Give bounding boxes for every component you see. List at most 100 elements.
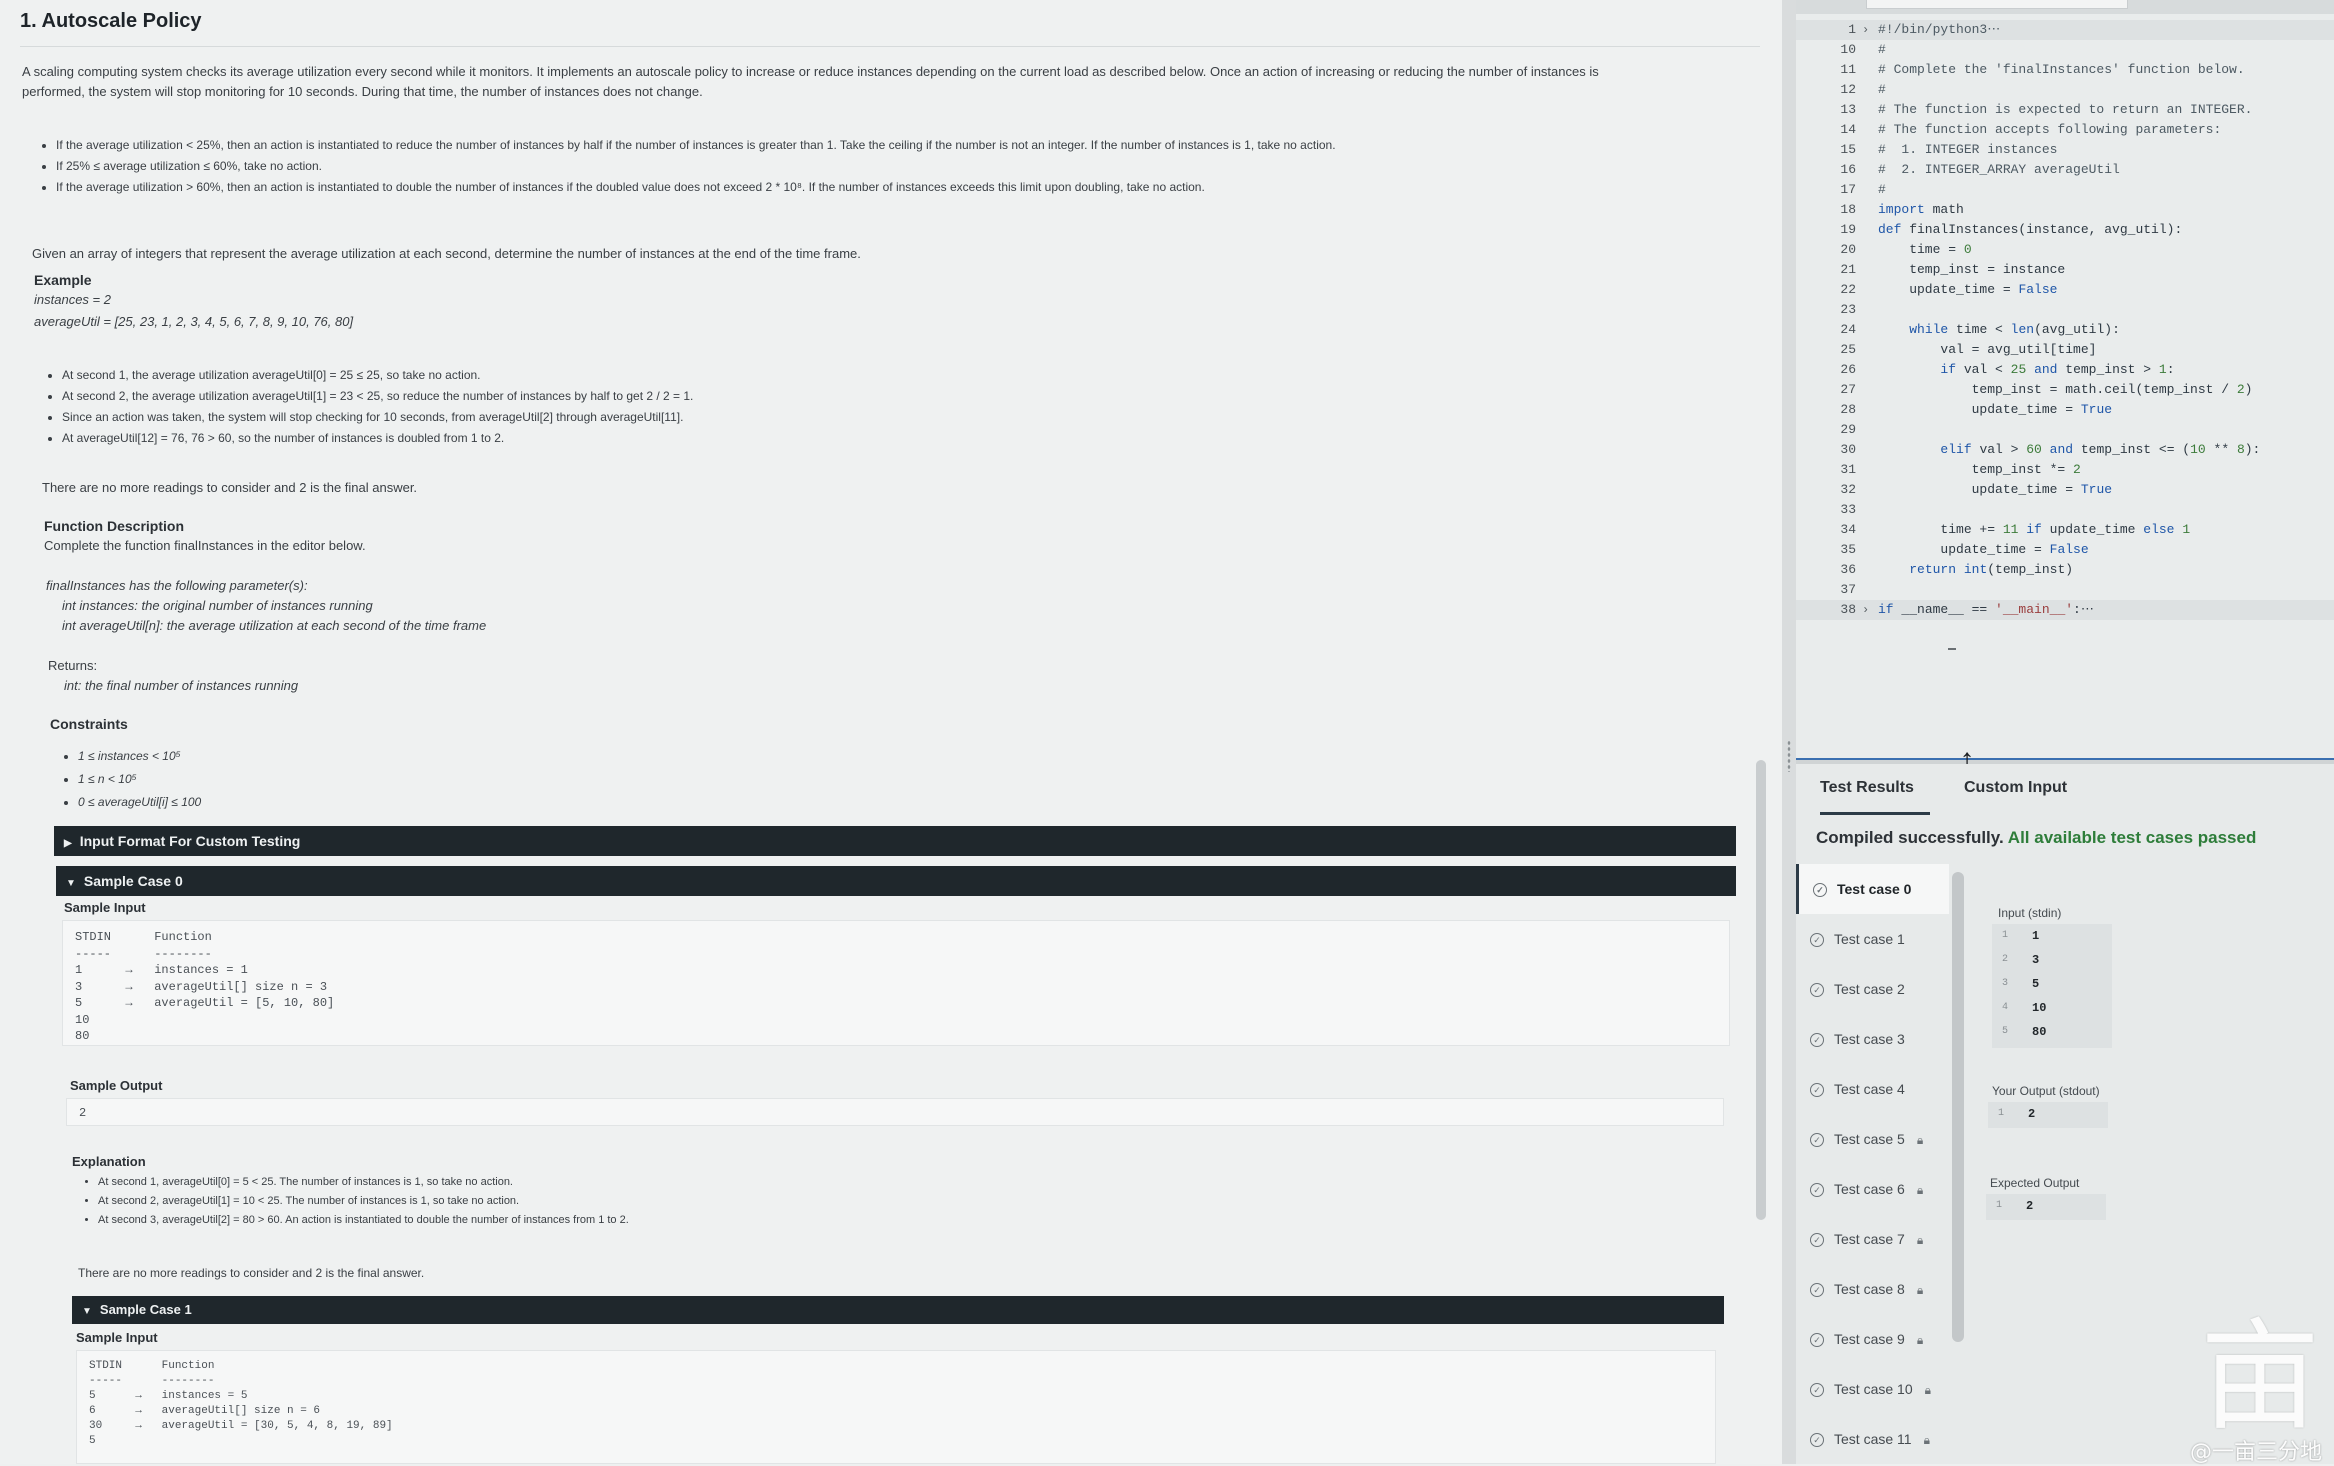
code-line[interactable]: 11 # Complete the 'finalInstances' functi… xyxy=(1796,60,2334,80)
line-number: 1 xyxy=(1848,22,1856,37)
sample-case-0-toggle[interactable]: ▼ Sample Case 0 xyxy=(56,866,1736,896)
code-line[interactable]: 28 update_time = True xyxy=(1796,400,2334,420)
sample1-input-box: STDIN Function ----- -------- 5 → instan… xyxy=(76,1350,1716,1464)
line-number: 38 xyxy=(1840,602,1856,617)
result-summary: Compiled successfully. All available tes… xyxy=(1816,828,2256,848)
sample-output-box: 2 xyxy=(66,1098,1724,1126)
code-line[interactable]: 16 # 2. INTEGER_ARRAY averageUtil xyxy=(1796,160,2334,180)
language-select[interactable] xyxy=(1866,0,2128,9)
sample-case-1-label: Sample Case 1 xyxy=(99,1302,192,1317)
fold-toggle-icon[interactable]: › xyxy=(1862,600,1869,620)
test-case-list: ✓ Test case 0 ✓ Test case 1 ✓ Test case 2 ✓ Tes… xyxy=(1796,864,1949,1464)
test-case-label: Test case 10 xyxy=(1834,1381,1913,1397)
sample-case-0-label: Sample Case 0 xyxy=(83,873,183,889)
code-line[interactable]: 31 temp_inst *= 2 xyxy=(1796,460,2334,480)
compiled-status: Compiled successfully. xyxy=(1816,828,2004,847)
code-line[interactable]: 35 update_time = False xyxy=(1796,540,2334,560)
code-text: update_time = False xyxy=(1878,282,2058,297)
code-line[interactable]: 38 › if __name__ == '__main__':⋯ xyxy=(1796,600,2334,620)
test-case-item[interactable]: ✓ Test case 7 🔒︎ xyxy=(1796,1214,1946,1264)
check-circle-icon: ✓ xyxy=(1810,1433,1824,1448)
code-line[interactable]: 15 # 1. INTEGER instances xyxy=(1796,140,2334,160)
function-description-text: Complete the function finalInstances in … xyxy=(44,538,366,553)
code-line[interactable]: 23 xyxy=(1796,300,2334,320)
line-number: 22 xyxy=(1840,282,1856,297)
test-case-item[interactable]: ✓ Test case 9 🔒︎ xyxy=(1796,1314,1946,1364)
test-case-item[interactable]: ✓ Test case 8 🔒︎ xyxy=(1796,1264,1946,1314)
code-line[interactable]: 27 temp_inst = math.ceil(temp_inst / 2) xyxy=(1796,380,2334,400)
code-editor[interactable]: 1 › #!/bin/python3⋯ 10 #11 # Complete the 'fi… xyxy=(1796,0,2334,760)
stdout-label: Your Output (stdout) xyxy=(1992,1084,2100,1098)
test-case-item[interactable]: ✓ Test case 2 xyxy=(1796,964,1946,1014)
code-line[interactable]: 33 xyxy=(1796,500,2334,520)
code-line[interactable]: 32 update_time = True xyxy=(1796,480,2334,500)
code-line[interactable]: 37 xyxy=(1796,580,2334,600)
example-bullet: At averageUtil[12] = 76, 76 > 60, so the… xyxy=(62,429,1662,447)
code-line[interactable]: 24 while time < len(avg_util): xyxy=(1796,320,2334,340)
code-line[interactable]: 12 # xyxy=(1796,80,2334,100)
rule-item: If the average utilization > 60%, then a… xyxy=(56,178,1756,196)
code-line[interactable]: 14 # The function accepts following param… xyxy=(1796,120,2334,140)
code-text: if val < 25 and temp_inst > 1: xyxy=(1940,362,2175,377)
code-line[interactable]: 1 › #!/bin/python3⋯ xyxy=(1796,20,2334,40)
test-case-scrollbar[interactable] xyxy=(1952,872,1964,1342)
code-line[interactable]: 17 # xyxy=(1796,180,2334,200)
input-format-toggle[interactable]: ▶ Input Format For Custom Testing xyxy=(54,826,1736,856)
divider-grip-icon[interactable] xyxy=(1787,740,1791,772)
code-line[interactable]: 22 update_time = False xyxy=(1796,280,2334,300)
policy-rules: If the average utilization < 25%, then a… xyxy=(38,136,1756,199)
check-circle-icon: ✓ xyxy=(1810,1233,1824,1248)
io-value: 5 xyxy=(2032,977,2040,991)
line-number: 28 xyxy=(1840,402,1856,417)
code-text: update_time = False xyxy=(1878,542,2089,557)
param-instances: int instances: the original number of in… xyxy=(62,598,373,613)
code-line[interactable]: 21 temp_inst = instance xyxy=(1796,260,2334,280)
code-line[interactable]: 19 def finalInstances(instance, avg_util)… xyxy=(1796,220,2334,240)
code-text: # xyxy=(1878,182,1886,197)
fold-toggle-icon[interactable]: › xyxy=(1862,20,1869,40)
test-case-item[interactable]: ✓ Test case 0 xyxy=(1796,864,1949,914)
line-number: 17 xyxy=(1840,182,1856,197)
code-text: while time < len(avg_util): xyxy=(1909,322,2120,337)
test-case-label: Test case 11 xyxy=(1834,1431,1912,1447)
test-case-item[interactable]: ✓ Test case 3 xyxy=(1796,1014,1946,1064)
line-number: 34 xyxy=(1840,522,1856,537)
code-line[interactable]: 20 time = 0 xyxy=(1796,240,2334,260)
pane-divider[interactable] xyxy=(1782,0,1796,1464)
code-line[interactable]: 10 # xyxy=(1796,40,2334,60)
test-case-item[interactable]: ✓ Test case 11 🔒︎ xyxy=(1796,1414,1946,1464)
code-line[interactable]: 30 elif val > 60 and temp_inst <= (10 **… xyxy=(1796,440,2334,460)
test-case-item[interactable]: ✓ Test case 4 xyxy=(1796,1064,1946,1114)
io-value: 80 xyxy=(2032,1025,2047,1039)
code-line[interactable]: 18 import math xyxy=(1796,200,2334,220)
sample-case-1-toggle[interactable]: ▼ Sample Case 1 xyxy=(72,1296,1724,1324)
sample-output-heading: Sample Output xyxy=(70,1078,163,1093)
code-text: # Complete the 'finalInstances' function… xyxy=(1878,62,2245,77)
test-case-item[interactable]: ✓ Test case 10 🔒︎ xyxy=(1796,1364,1946,1414)
line-number: 35 xyxy=(1840,542,1856,557)
code-text: # 1. INTEGER instances xyxy=(1878,142,2058,157)
test-case-item[interactable]: ✓ Test case 6 🔒︎ xyxy=(1796,1164,1946,1214)
test-case-label: Test case 6 xyxy=(1834,1181,1905,1197)
line-number: 26 xyxy=(1840,362,1856,377)
problem-scrollbar[interactable] xyxy=(1756,760,1766,1220)
test-case-item[interactable]: ✓ Test case 5 🔒︎ xyxy=(1796,1114,1946,1164)
explanation-list: At second 1, averageUtil[0] = 5 < 25. Th… xyxy=(80,1174,1698,1231)
example-final-note: There are no more readings to consider a… xyxy=(42,480,418,495)
code-line[interactable]: 26 if val < 25 and temp_inst > 1: xyxy=(1796,360,2334,380)
test-case-label: Test case 9 xyxy=(1834,1331,1905,1347)
sample-input-heading: Sample Input xyxy=(64,900,146,915)
test-case-label: Test case 1 xyxy=(1834,931,1905,947)
test-case-item[interactable]: ✓ Test case 1 xyxy=(1796,914,1946,964)
code-text: # xyxy=(1878,42,1886,57)
code-line[interactable]: 36 return int(temp_inst) xyxy=(1796,560,2334,580)
example-bullet: At second 2, the average utilization ave… xyxy=(62,387,1662,405)
tab-test-results[interactable]: Test Results xyxy=(1820,764,1930,815)
code-line[interactable]: 13 # The function is expected to return a… xyxy=(1796,100,2334,120)
code-line[interactable]: 29 xyxy=(1796,420,2334,440)
tab-custom-input[interactable]: Custom Input xyxy=(1964,764,2084,812)
problem-title: 1. Autoscale Policy xyxy=(20,10,202,32)
code-line[interactable]: 34 time += 11 if update_time else 1 xyxy=(1796,520,2334,540)
sample-output-value: 2 xyxy=(79,1106,87,1120)
code-line[interactable]: 25 val = avg_util[time] xyxy=(1796,340,2334,360)
